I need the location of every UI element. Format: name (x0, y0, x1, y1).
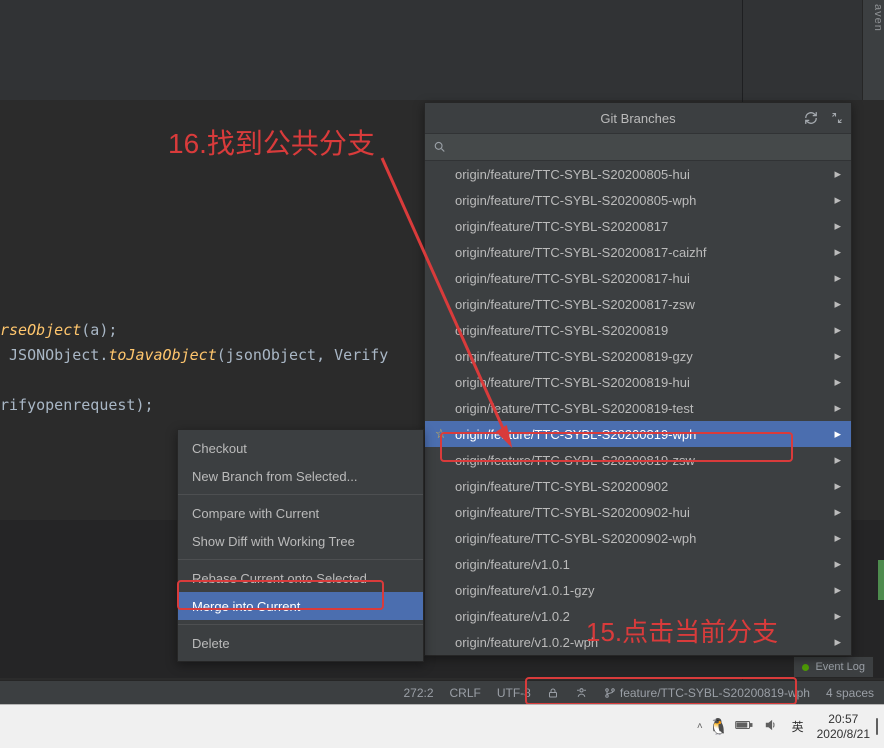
tray-clock[interactable]: 20:57 2020/8/21 (817, 712, 870, 741)
ime-indicator[interactable]: 英 (785, 714, 811, 740)
annotation-15: 15.点击当前分支 (586, 612, 778, 649)
volume-icon[interactable] (763, 718, 779, 735)
notifications-icon[interactable] (876, 719, 878, 734)
os-taskbar: ˄ 🐧 英 20:57 2020/8/21 (0, 704, 884, 748)
qq-icon[interactable]: 🐧 (709, 717, 729, 737)
annotation-box-merge (177, 580, 384, 610)
annotation-box-branch (440, 432, 793, 462)
right-gutter-marker (878, 560, 884, 600)
annotation-box-statusbranch (525, 677, 797, 705)
tray-overflow-icon[interactable]: ˄ (697, 721, 703, 732)
tray-date: 2020/8/21 (817, 727, 870, 741)
battery-icon[interactable] (735, 719, 753, 734)
tray-time: 20:57 (817, 712, 870, 726)
